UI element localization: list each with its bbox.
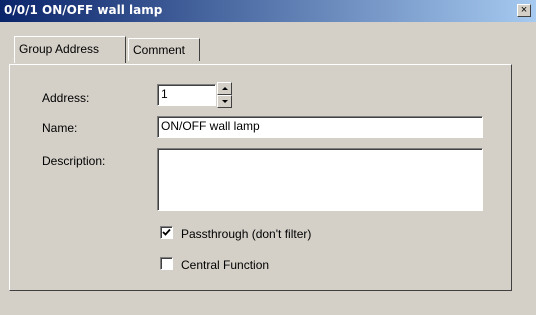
address-label: Address: <box>42 91 90 105</box>
address-input[interactable]: 1 <box>157 84 216 106</box>
arrow-up-icon <box>222 87 228 90</box>
tab-comment[interactable]: Comment <box>128 38 200 61</box>
name-input[interactable]: ON/OFF wall lamp <box>157 116 483 138</box>
passthrough-checkbox[interactable] <box>160 226 173 239</box>
description-input[interactable] <box>157 148 483 211</box>
passthrough-label: Passthrough (don't filter) <box>181 227 312 241</box>
tab-label: Group Address <box>19 42 100 56</box>
title-bar[interactable]: 0/0/1 ON/OFF wall lamp × <box>0 0 536 22</box>
window-title: 0/0/1 ON/OFF wall lamp <box>4 3 163 17</box>
name-label: Name: <box>42 121 78 135</box>
tab-group-address[interactable]: Group Address <box>14 36 126 63</box>
address-spinner <box>217 82 232 108</box>
spin-down-button[interactable] <box>217 95 232 108</box>
close-icon: × <box>520 4 528 16</box>
dialog-window: 0/0/1 ON/OFF wall lamp × Group Address C… <box>0 0 536 315</box>
description-label: Description: <box>42 154 106 168</box>
spin-up-button[interactable] <box>217 82 232 95</box>
central-function-label: Central Function <box>181 258 270 272</box>
name-value: ON/OFF wall lamp <box>161 119 260 133</box>
close-button[interactable]: × <box>517 4 531 17</box>
arrow-down-icon <box>222 100 228 103</box>
central-function-checkbox[interactable] <box>160 257 173 270</box>
tab-label: Comment <box>133 43 186 57</box>
address-value: 1 <box>161 87 168 101</box>
checkmark-icon <box>162 228 171 236</box>
